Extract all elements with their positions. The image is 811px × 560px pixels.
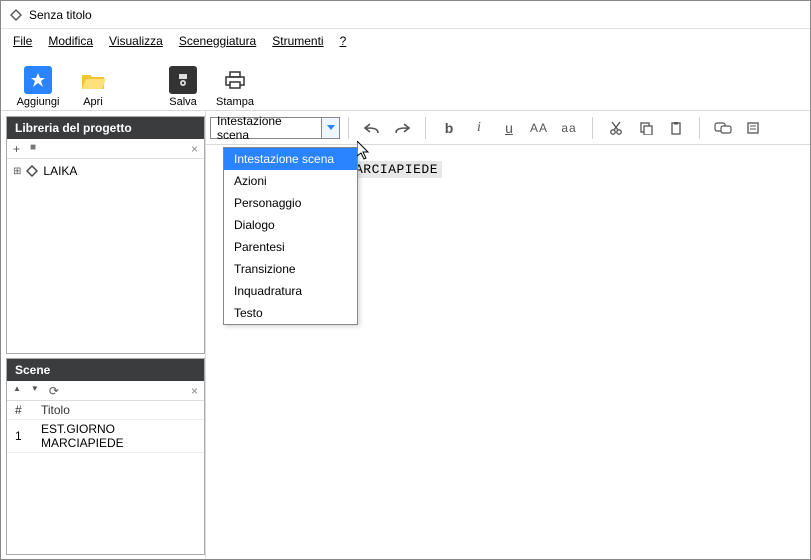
scene-title: Scene — [7, 359, 204, 381]
print-button[interactable]: Stampa — [213, 66, 257, 108]
cut-button[interactable] — [601, 115, 631, 141]
col-num[interactable]: # — [7, 401, 33, 420]
menu-sceneggiatura[interactable]: Sceneggiatura — [179, 34, 256, 48]
project-name: LAIKA — [43, 164, 77, 178]
review-button[interactable] — [708, 115, 738, 141]
save-label: Salva — [169, 96, 197, 108]
dropdown-item[interactable]: Personaggio — [224, 192, 357, 214]
window-title: Senza titolo — [29, 8, 92, 22]
table-row[interactable]: 1 EST.GIORNO MARCIAPIEDE — [7, 420, 204, 453]
uppercase-button[interactable]: AA — [524, 115, 554, 141]
floppy-icon — [169, 66, 197, 94]
scene-table: # Titolo 1 EST.GIORNO MARCIAPIEDE — [7, 401, 204, 453]
row-num: 1 — [7, 420, 33, 453]
format-toolbar: Intestazione scena b i u AA aa — [206, 111, 810, 145]
separator — [425, 117, 426, 139]
sidebar: Libreria del progetto + ■ × ⊞ LAIKA — [1, 111, 206, 559]
content-area: Libreria del progetto + ■ × ⊞ LAIKA — [1, 111, 810, 559]
dropdown-item[interactable]: Dialogo — [224, 214, 357, 236]
titlebar: Senza titolo — [1, 1, 810, 29]
combo-value: Intestazione scena — [211, 114, 321, 142]
app-icon — [9, 8, 23, 22]
menu-help[interactable]: ? — [340, 34, 347, 48]
row-title: EST.GIORNO MARCIAPIEDE — [33, 420, 204, 453]
bold-button[interactable]: b — [434, 115, 464, 141]
menu-file[interactable]: File — [13, 34, 32, 48]
paste-button[interactable] — [661, 115, 691, 141]
menu-modifica[interactable]: Modifica — [48, 34, 93, 48]
lowercase-button[interactable]: aa — [554, 115, 584, 141]
scene-close-icon[interactable]: × — [191, 384, 198, 398]
dropdown-item[interactable]: Inquadratura — [224, 280, 357, 302]
separator — [592, 117, 593, 139]
library-body: ⊞ LAIKA — [7, 159, 204, 353]
scene-toolbar: ▲ ▼ ⟳ × — [7, 381, 204, 401]
main-toolbar: Aggiungi Apri Salva Stampa — [1, 53, 810, 111]
folder-icon — [79, 66, 107, 94]
project-row[interactable]: ⊞ LAIKA — [13, 163, 198, 179]
redo-button[interactable] — [387, 115, 417, 141]
menu-visualizza[interactable]: Visualizza — [109, 34, 163, 48]
separator — [348, 117, 349, 139]
save-button[interactable]: Salva — [163, 66, 203, 108]
open-button[interactable]: Apri — [73, 66, 113, 108]
print-label: Stampa — [216, 96, 254, 108]
dropdown-item[interactable]: Intestazione scena — [224, 148, 357, 170]
scene-body: # Titolo 1 EST.GIORNO MARCIAPIEDE — [7, 401, 204, 554]
chevron-down-icon[interactable] — [321, 118, 339, 138]
scene-refresh-icon[interactable]: ⟳ — [49, 384, 59, 398]
dropdown-item[interactable]: Testo — [224, 302, 357, 324]
library-toolbar: + ■ × — [7, 139, 204, 159]
printer-icon — [221, 66, 249, 94]
scene-up-icon[interactable]: ▲ — [13, 384, 21, 398]
library-close-icon[interactable]: × — [191, 142, 198, 156]
app-window: Senza titolo File Modifica Visualizza Sc… — [0, 0, 811, 560]
library-folder-icon[interactable]: ■ — [30, 142, 36, 156]
open-label: Apri — [83, 96, 103, 108]
style-combo[interactable]: Intestazione scena — [210, 117, 340, 139]
library-title: Libreria del progetto — [7, 117, 204, 139]
add-label: Aggiungi — [17, 96, 60, 108]
dropdown-item[interactable]: Transizione — [224, 258, 357, 280]
scene-panel: Scene ▲ ▼ ⟳ × # Titolo — [6, 358, 205, 555]
italic-button[interactable]: i — [464, 115, 494, 141]
underline-button[interactable]: u — [494, 115, 524, 141]
copy-button[interactable] — [631, 115, 661, 141]
separator — [699, 117, 700, 139]
menu-strumenti[interactable]: Strumenti — [272, 34, 323, 48]
library-panel: Libreria del progetto + ■ × ⊞ LAIKA — [6, 116, 205, 354]
undo-button[interactable] — [357, 115, 387, 141]
project-icon — [26, 165, 38, 177]
dropdown-item[interactable]: Parentesi — [224, 236, 357, 258]
note-button[interactable] — [738, 115, 768, 141]
style-dropdown: Intestazione scenaAzioniPersonaggioDialo… — [223, 147, 358, 325]
expand-icon[interactable]: ⊞ — [13, 166, 21, 177]
add-button[interactable]: Aggiungi — [13, 66, 63, 108]
scene-heading-text[interactable]: ARCIAPIEDE — [351, 161, 442, 178]
library-add-icon[interactable]: + — [13, 142, 20, 156]
menubar: File Modifica Visualizza Sceneggiatura S… — [1, 29, 810, 53]
dropdown-item[interactable]: Azioni — [224, 170, 357, 192]
star-icon — [24, 66, 52, 94]
col-title[interactable]: Titolo — [33, 401, 204, 420]
scene-down-icon[interactable]: ▼ — [31, 384, 39, 398]
